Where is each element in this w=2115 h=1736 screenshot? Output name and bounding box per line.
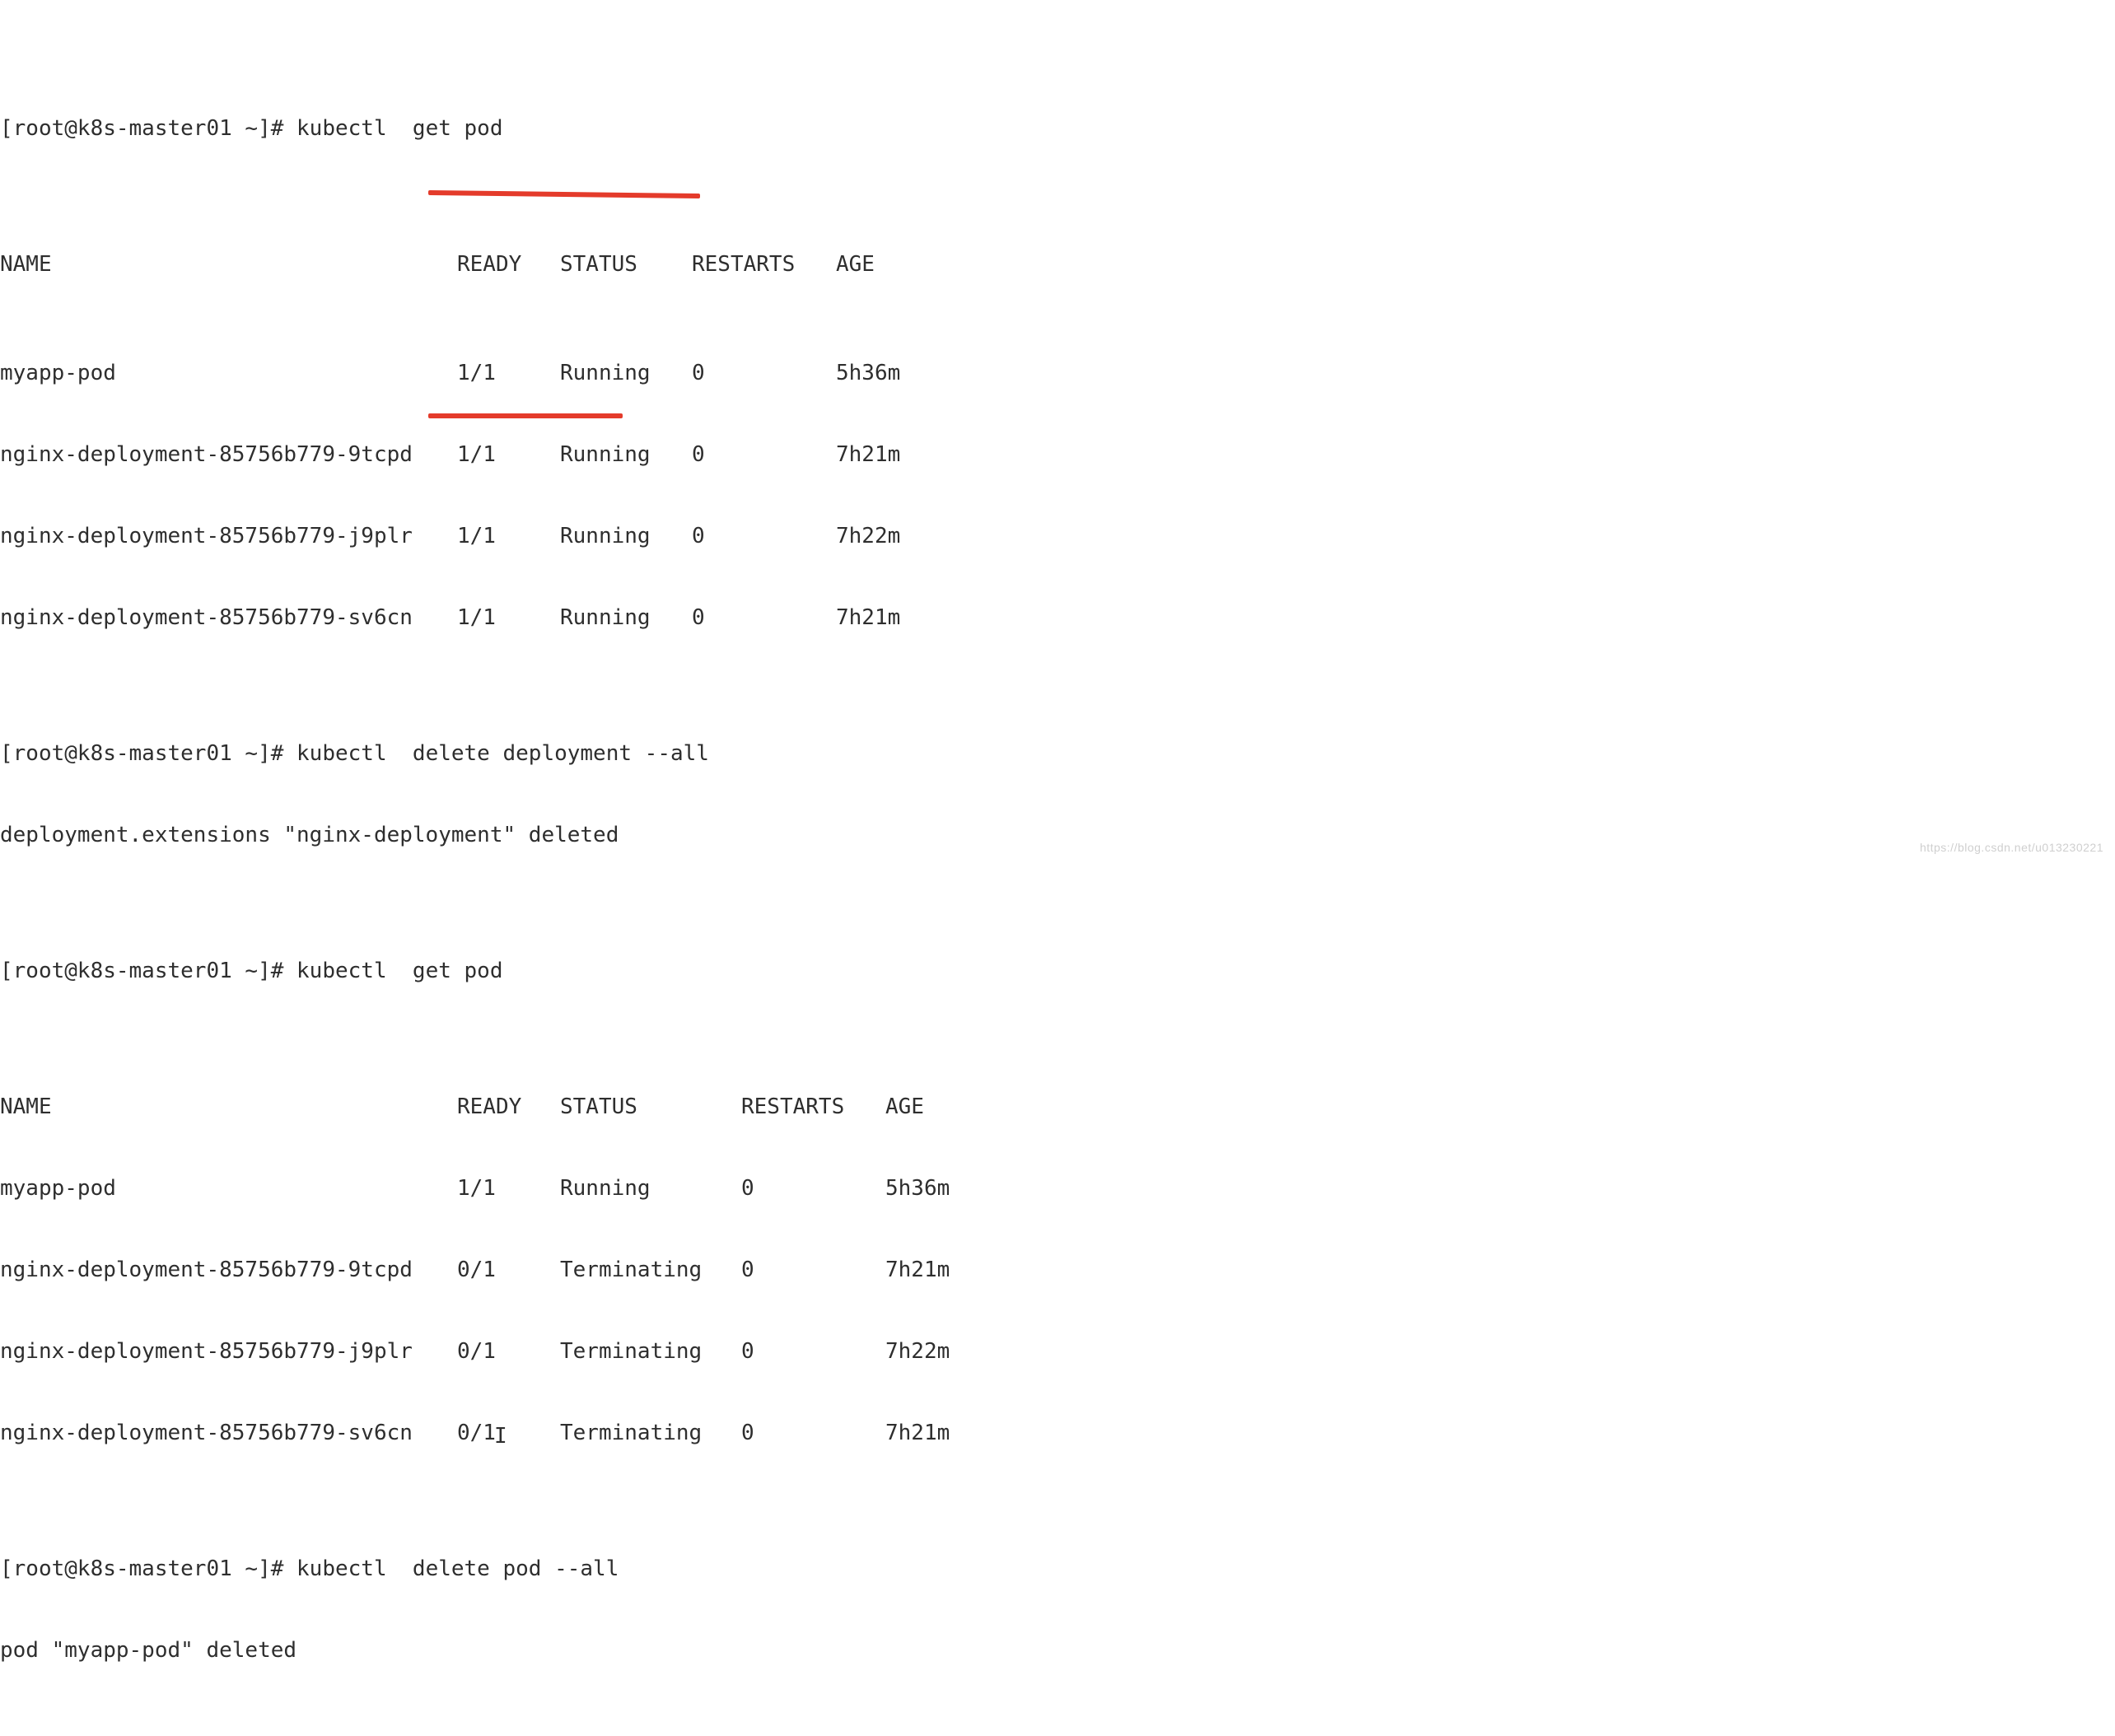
col-ready: READY [457, 1094, 560, 1121]
cell-status: Running [560, 1175, 741, 1202]
table-row: nginx-deployment-85756b779-sv6cn 1/1 Run… [0, 604, 2115, 632]
cell-status: Running [560, 360, 692, 387]
cell-status: Terminating [560, 1338, 741, 1365]
table-row: myapp-pod 1/1 Running 0 5h36m [0, 1175, 2115, 1202]
cell-ready: 0/1 [457, 1257, 560, 1284]
cell-ready: 1/1 [457, 604, 560, 632]
prompt: [root@k8s-master01 ~]# [0, 958, 296, 985]
table-header: NAME READY STATUS RESTARTS AGE [0, 251, 2115, 278]
cell-status: Terminating [560, 1257, 741, 1284]
cell-age: 7h21m [885, 1420, 1050, 1447]
output-line: deployment.extensions "nginx-deployment"… [0, 822, 2115, 849]
cell-ready: 1/1 [457, 441, 560, 469]
annotation-underline-icon [428, 413, 623, 418]
table-row: nginx-deployment-85756b779-sv6cn 0/1I Te… [0, 1420, 2115, 1447]
table-row: nginx-deployment-85756b779-j9plr 0/1 Ter… [0, 1338, 2115, 1365]
watermark: https://blog.csdn.net/u013230221 [1920, 834, 2103, 861]
prompt: [root@k8s-master01 ~]# [0, 1556, 296, 1583]
cell-rest: 0 [741, 1420, 885, 1447]
cell-age: 5h36m [885, 1175, 1050, 1202]
col-status: STATUS [560, 1094, 741, 1121]
table-header: NAME READY STATUS RESTARTS AGE [0, 1094, 2115, 1121]
table-row: nginx-deployment-85756b779-j9plr 1/1 Run… [0, 523, 2115, 550]
table-row: nginx-deployment-85756b779-9tcpd 0/1 Ter… [0, 1257, 2115, 1284]
cell-age: 7h21m [885, 1257, 1050, 1284]
terminal-output: [root@k8s-master01 ~]# kubectl get pod N… [0, 0, 2115, 1736]
cell-name: nginx-deployment-85756b779-9tcpd [0, 441, 457, 469]
cmd-delete-deploy: kubectl delete deployment --all [296, 740, 709, 768]
delete-pod-output: pod "myapp-pod" deleted [0, 1637, 296, 1664]
cell-rest: 0 [692, 523, 836, 550]
cell-rest: 0 [692, 360, 836, 387]
cell-name: myapp-pod [0, 1175, 457, 1202]
cell-ready: 1/1 [457, 1175, 560, 1202]
col-age: AGE [836, 251, 1001, 278]
caret-icon: I [494, 1424, 507, 1449]
cell-age: 7h21m [836, 604, 1001, 632]
col-restarts: RESTARTS [741, 1094, 885, 1121]
prompt-line: [root@k8s-master01 ~]# kubectl get pod [0, 115, 2115, 142]
cell-name: myapp-pod [0, 360, 457, 387]
cell-rest: 0 [741, 1175, 885, 1202]
cell-ready: 1/1 [457, 360, 560, 387]
cell-rest: 0 [692, 441, 836, 469]
table-row: myapp-pod 1/1 Running 0 5h36m [0, 360, 2115, 387]
cell-rest: 0 [692, 604, 836, 632]
cell-name: nginx-deployment-85756b779-9tcpd [0, 1257, 457, 1284]
col-ready: READY [457, 251, 560, 278]
cell-age: 5h36m [836, 360, 1001, 387]
cell-age: 7h22m [885, 1338, 1050, 1365]
col-status: STATUS [560, 251, 692, 278]
cmd-delete-pod: kubectl delete pod --all [296, 1556, 619, 1583]
cell-age: 7h22m [836, 523, 1001, 550]
cell-status: Running [560, 604, 692, 632]
prompt: [root@k8s-master01 ~]# [0, 740, 296, 768]
cell-status: Running [560, 441, 692, 469]
cell-name: nginx-deployment-85756b779-j9plr [0, 1338, 457, 1365]
cell-status: Terminating [560, 1420, 741, 1447]
cell-name: nginx-deployment-85756b779-j9plr [0, 523, 457, 550]
col-name: NAME [0, 1094, 457, 1121]
cmd-get-pod-1: kubectl get pod [296, 115, 502, 142]
prompt: [root@k8s-master01 ~]# [0, 115, 296, 142]
cell-ready: 1/1 [457, 523, 560, 550]
prompt-line: [root@k8s-master01 ~]# kubectl delete po… [0, 1556, 2115, 1583]
prompt-line: [root@k8s-master01 ~]# kubectl delete de… [0, 740, 2115, 768]
col-name: NAME [0, 251, 457, 278]
cell-ready: 0/1 [457, 1421, 496, 1445]
cell-name: nginx-deployment-85756b779-sv6cn [0, 1420, 457, 1447]
prompt-line: [root@k8s-master01 ~]# kubectl get pod [0, 958, 2115, 985]
cell-status: Running [560, 523, 692, 550]
output-line: pod "myapp-pod" deleted [0, 1637, 2115, 1664]
cell-rest: 0 [741, 1257, 885, 1284]
col-age: AGE [885, 1094, 1050, 1121]
cell-age: 7h21m [836, 441, 1001, 469]
cell-ready: 0/1 [457, 1338, 560, 1365]
delete-deploy-output: deployment.extensions "nginx-deployment"… [0, 822, 619, 849]
col-restarts: RESTARTS [692, 251, 836, 278]
table-row: nginx-deployment-85756b779-9tcpd 1/1 Run… [0, 441, 2115, 469]
cell-rest: 0 [741, 1338, 885, 1365]
cmd-get-pod-2: kubectl get pod [296, 958, 502, 985]
cell-name: nginx-deployment-85756b779-sv6cn [0, 604, 457, 632]
